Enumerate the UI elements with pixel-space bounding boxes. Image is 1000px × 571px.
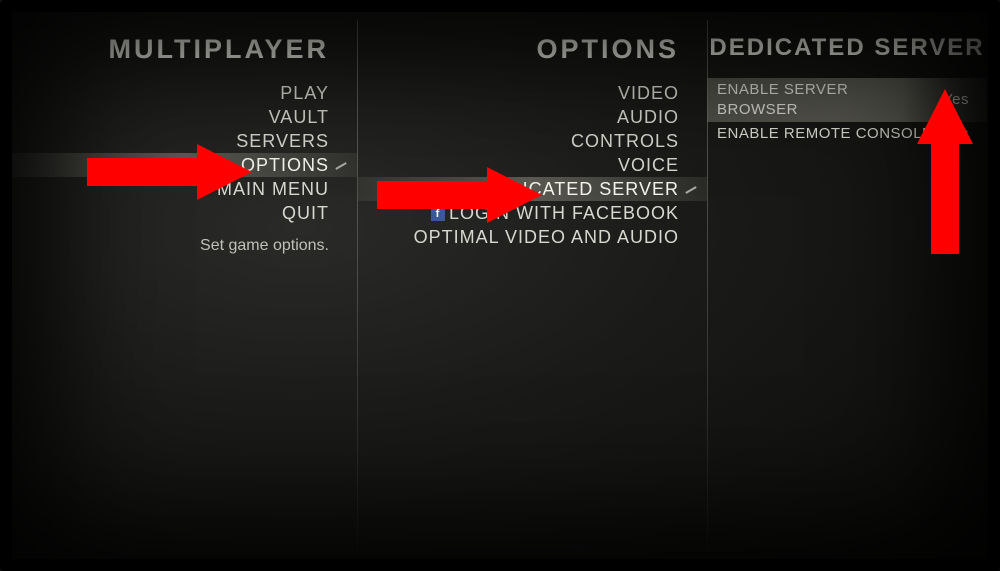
options-panel: OPTIONS VIDEO AUDIO CONTROLS VOICE DEDIC… bbox=[357, 12, 707, 559]
panel-title-dedicated: DEDICATED SERVER bbox=[707, 34, 987, 62]
panel-title-options: OPTIONS bbox=[357, 34, 707, 65]
menu-item-vault[interactable]: VAULT bbox=[12, 105, 357, 129]
menu-item-audio[interactable]: AUDIO bbox=[357, 105, 707, 129]
setting-label: ENABLE REMOTE CONSOLE bbox=[717, 124, 933, 144]
panel-title-multiplayer: MULTIPLAYER bbox=[12, 34, 357, 65]
game-menu-root: MULTIPLAYER PLAY VAULT SERVERS OPTIONS M… bbox=[12, 12, 988, 559]
menu-item-video[interactable]: VIDEO bbox=[357, 81, 707, 105]
setting-label: ENABLE SERVER BROWSER bbox=[717, 80, 933, 120]
annotation-arrow-1 bbox=[87, 144, 252, 200]
menu-item-controls[interactable]: CONTROLS bbox=[357, 129, 707, 153]
menu-hint-text: Set game options. bbox=[12, 237, 357, 255]
annotation-arrow-2 bbox=[377, 167, 542, 223]
annotation-arrow-3 bbox=[917, 89, 973, 254]
menu-item-play[interactable]: PLAY bbox=[12, 81, 357, 105]
menu-item-quit[interactable]: QUIT bbox=[12, 201, 357, 225]
multiplayer-panel: MULTIPLAYER PLAY VAULT SERVERS OPTIONS M… bbox=[12, 12, 357, 559]
menu-item-optimal-video-audio[interactable]: OPTIMAL VIDEO AND AUDIO bbox=[357, 225, 707, 249]
